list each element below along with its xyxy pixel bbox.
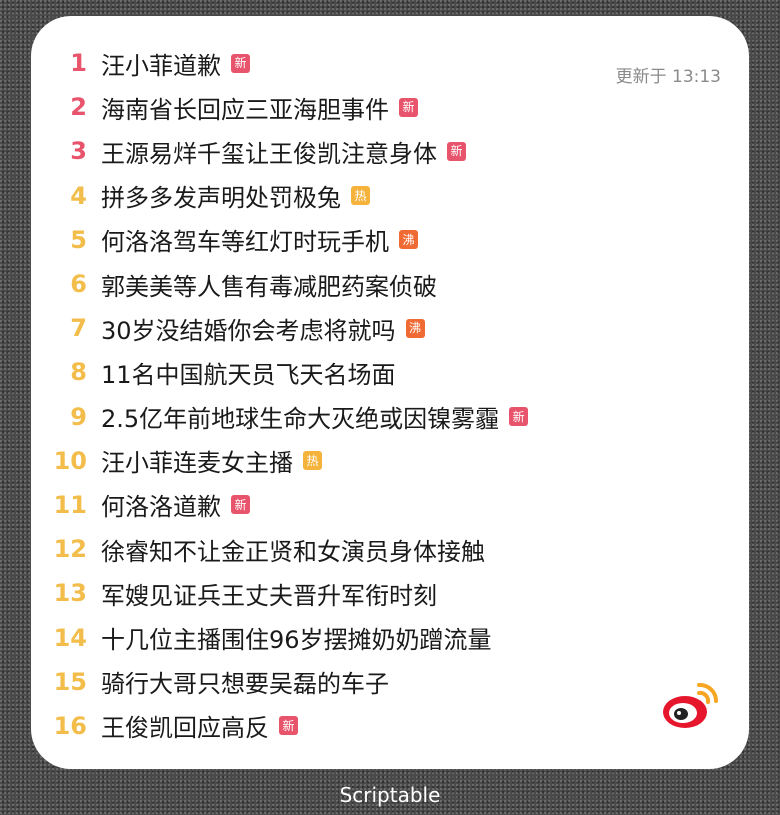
rank-number: 9 [70, 402, 87, 431]
hot-search-title[interactable]: 拼多多发声明处罚极兔 [101, 178, 341, 213]
hot-search-item[interactable]: 15 骑行大哥只想要吴磊的车子 [53, 660, 528, 704]
hot-search-title[interactable]: 30岁没结婚你会考虑将就吗 [101, 311, 396, 346]
hot-search-title[interactable]: 军嫂见证兵王丈夫晋升军衔时刻 [101, 576, 437, 611]
rank-number: 3 [70, 137, 87, 166]
hot-search-item[interactable]: 10 汪小菲连麦女主播热 [53, 439, 528, 483]
hot-search-title[interactable]: 王俊凯回应高反 [101, 708, 269, 743]
rank-number: 7 [70, 314, 87, 343]
hot-search-item[interactable]: 16 王俊凯回应高反新 [53, 704, 528, 748]
rank-number: 6 [70, 270, 87, 299]
badge-hot: 热 [303, 451, 322, 471]
rank-number: 14 [53, 623, 87, 652]
hot-search-title[interactable]: 何洛洛道歉 [101, 487, 221, 522]
weibo-hot-search-widget[interactable]: 更新于 13:13 1 汪小菲道歉新 2 海南省长回应三亚海胆事件新 3 王源易烊千玺让王… [31, 16, 749, 769]
badge-new: 新 [279, 716, 298, 736]
rank-number: 16 [53, 711, 87, 740]
hot-search-title[interactable]: 王源易烊千玺让王俊凯注意身体 [101, 134, 437, 169]
hot-search-item[interactable]: 7 30岁没结婚你会考虑将就吗沸 [53, 306, 528, 350]
hot-search-title[interactable]: 十几位主播围住96岁摆摊奶奶蹭流量 [101, 620, 492, 655]
hot-search-item[interactable]: 6 郭美美等人售有毒减肥药案侦破 [53, 262, 528, 306]
hot-search-item[interactable]: 2 海南省长回应三亚海胆事件新 [53, 85, 528, 129]
hot-search-item[interactable]: 8 11名中国航天员飞天名场面 [53, 350, 528, 394]
badge-boil: 沸 [405, 318, 425, 338]
badge-new: 新 [509, 407, 529, 427]
badge-boil: 沸 [399, 230, 418, 250]
widget-app-label: Scriptable [339, 783, 441, 807]
hot-search-list: 1 汪小菲道歉新 2 海南省长回应三亚海胆事件新 3 王源易烊千玺让王俊凯注意身体新 4 拼多… [53, 41, 529, 748]
weibo-logo-icon [663, 683, 719, 728]
badge-new: 新 [231, 495, 250, 515]
rank-number: 1 [70, 49, 87, 78]
rank-number: 12 [53, 535, 87, 564]
hot-search-title[interactable]: 汪小菲连麦女主播 [101, 443, 293, 478]
hot-search-item[interactable]: 4 拼多多发声明处罚极兔热 [53, 174, 528, 218]
rank-number: 15 [53, 667, 87, 696]
hot-search-title[interactable]: 汪小菲道歉 [101, 46, 221, 81]
hot-search-item[interactable]: 9 2.5亿年前地球生命大灭绝或因镍雾霾新 [53, 395, 529, 439]
hot-search-title[interactable]: 海南省长回应三亚海胆事件 [101, 90, 389, 125]
hot-search-title[interactable]: 骑行大哥只想要吴磊的车子 [101, 664, 389, 699]
hot-search-item[interactable]: 13 军嫂见证兵王丈夫晋升军衔时刻 [53, 571, 528, 615]
hot-search-title[interactable]: 徐睿知不让金正贤和女演员身体接触 [101, 532, 485, 567]
rank-number: 5 [70, 225, 87, 254]
hot-search-item[interactable]: 1 汪小菲道歉新 [53, 41, 528, 85]
hot-search-item[interactable]: 12 徐睿知不让金正贤和女演员身体接触 [53, 527, 528, 571]
hot-search-title[interactable]: 何洛洛驾车等红灯时玩手机 [101, 222, 389, 257]
rank-number: 13 [53, 579, 87, 608]
hot-search-title[interactable]: 郭美美等人售有毒减肥药案侦破 [101, 267, 437, 302]
hot-search-title[interactable]: 2.5亿年前地球生命大灭绝或因镍雾霾 [101, 399, 499, 434]
rank-number: 11 [53, 490, 87, 519]
hot-search-item[interactable]: 14 十几位主播围住96岁摆摊奶奶蹭流量 [53, 615, 528, 659]
rank-number: 4 [70, 181, 87, 210]
badge-new: 新 [231, 53, 250, 73]
badge-new: 新 [399, 97, 418, 117]
rank-number: 10 [53, 446, 87, 475]
hot-search-item[interactable]: 3 王源易烊千玺让王俊凯注意身体新 [53, 129, 528, 173]
hot-search-item[interactable]: 11 何洛洛道歉新 [53, 483, 528, 527]
rank-number: 2 [70, 93, 87, 122]
badge-hot: 热 [351, 186, 370, 206]
hot-search-item[interactable]: 5 何洛洛驾车等红灯时玩手机沸 [53, 218, 528, 262]
rank-number: 8 [70, 358, 87, 387]
updated-time: 更新于 13:13 [615, 67, 721, 87]
badge-new: 新 [447, 141, 466, 161]
hot-search-title[interactable]: 11名中国航天员飞天名场面 [101, 355, 396, 390]
